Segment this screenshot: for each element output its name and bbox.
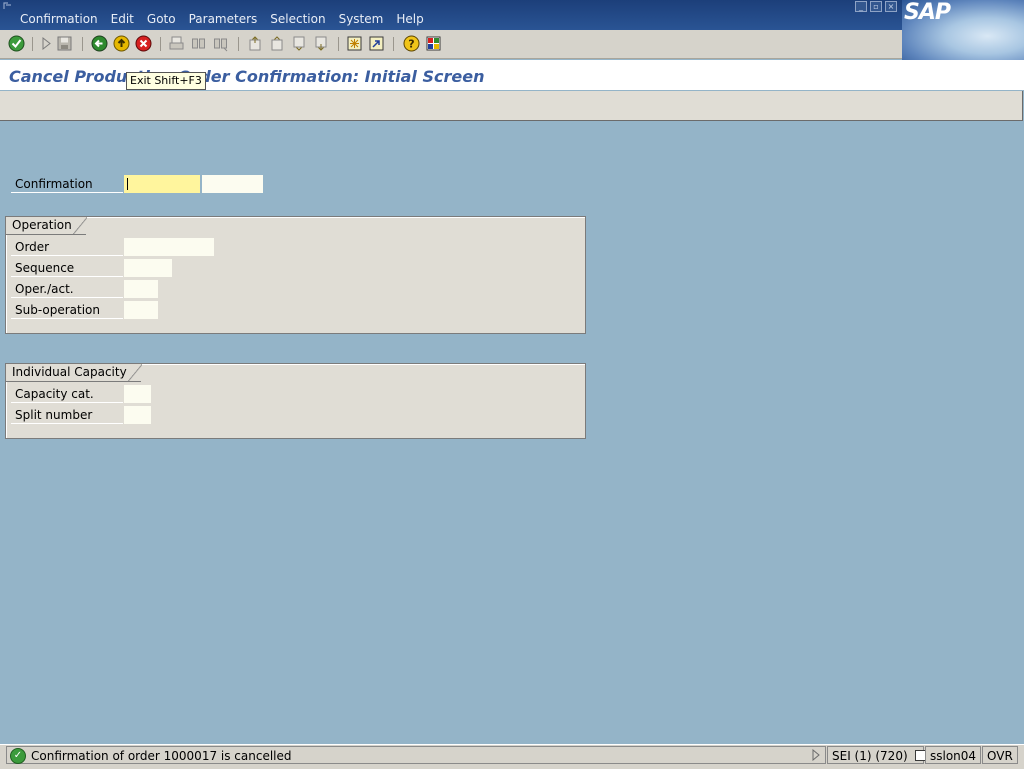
previous-page-icon[interactable]	[269, 35, 286, 52]
status-bar: ✓ Confirmation of order 1000017 is cance…	[0, 744, 1024, 769]
page-title: Cancel Production Order Confirmation: In…	[9, 67, 485, 86]
exit-tooltip: Exit Shift+F3	[126, 72, 206, 90]
menu-selection[interactable]: Selection	[270, 12, 325, 26]
sequence-label: Sequence	[11, 259, 123, 277]
status-message-box[interactable]: ✓ Confirmation of order 1000017 is cance…	[6, 746, 826, 764]
minimize-icon[interactable]: _	[855, 1, 867, 12]
svg-text:?: ?	[408, 38, 414, 51]
text-cursor	[127, 178, 128, 190]
print-icon[interactable]	[168, 35, 185, 52]
menu-help[interactable]: Help	[396, 12, 423, 26]
toolbar-separator	[393, 37, 394, 51]
last-page-icon[interactable]	[313, 35, 330, 52]
capacity-cat-input[interactable]	[124, 385, 151, 403]
status-message: Confirmation of order 1000017 is cancell…	[31, 749, 292, 763]
window-controls: _ ▫ ×	[855, 1, 897, 12]
back-icon[interactable]	[91, 35, 108, 52]
server-name: sslon04	[925, 746, 981, 764]
confirmation-counter-input[interactable]	[202, 175, 263, 193]
toolbar-separator	[32, 37, 33, 51]
menu-bar: Confirmation Edit Goto Parameters Select…	[0, 0, 1024, 30]
split-number-label: Split number	[11, 406, 123, 424]
next-page-icon[interactable]	[291, 35, 308, 52]
toolbar-separator	[82, 37, 83, 51]
sap-logo: SAP	[902, 0, 1024, 60]
split-number-input[interactable]	[124, 406, 151, 424]
system-info[interactable]: SEI (1) (720)	[827, 746, 927, 764]
sub-operation-input[interactable]	[124, 301, 158, 319]
restore-icon[interactable]: ▫	[870, 1, 882, 12]
individual-capacity-group-title: Individual Capacity	[6, 364, 142, 382]
confirmation-label: Confirmation	[11, 175, 123, 193]
menu-confirmation[interactable]: Confirmation	[20, 12, 98, 26]
success-check-icon: ✓	[10, 748, 26, 764]
order-input[interactable]	[124, 238, 214, 256]
system-info-text: SEI (1) (720)	[832, 749, 908, 763]
status-expand-icon[interactable]	[810, 749, 822, 761]
exit-icon[interactable]	[113, 35, 130, 52]
save-icon[interactable]	[56, 35, 73, 52]
capacity-cat-label: Capacity cat.	[11, 385, 123, 403]
command-field-arrow-icon[interactable]	[38, 35, 55, 52]
input-mode[interactable]: OVR	[982, 746, 1018, 764]
confirmation-input[interactable]	[124, 175, 200, 193]
toolbar-separator	[160, 37, 161, 51]
sequence-input[interactable]	[124, 259, 172, 277]
find-next-icon[interactable]	[212, 35, 229, 52]
sub-operation-label: Sub-operation	[11, 301, 123, 319]
standard-toolbar: ?	[0, 30, 902, 59]
menu-system[interactable]: System	[339, 12, 384, 26]
toolbar-separator	[338, 37, 339, 51]
menu-list: Confirmation Edit Goto Parameters Select…	[20, 12, 437, 26]
oper-act-input[interactable]	[124, 280, 158, 298]
order-label: Order	[11, 238, 123, 256]
layout-menu-icon[interactable]	[425, 35, 442, 52]
enter-icon[interactable]	[8, 35, 25, 52]
find-icon[interactable]	[190, 35, 207, 52]
toolbar-separator	[238, 37, 239, 51]
system-menu-icon[interactable]	[3, 1, 15, 10]
shortcut-icon[interactable]	[368, 35, 385, 52]
oper-act-label: Oper./act.	[11, 280, 123, 298]
application-toolbar	[0, 91, 1023, 121]
help-icon[interactable]: ?	[403, 35, 420, 52]
create-session-icon[interactable]	[346, 35, 363, 52]
sap-logo-text: SAP	[904, 0, 951, 25]
menu-edit[interactable]: Edit	[111, 12, 134, 26]
menu-goto[interactable]: Goto	[147, 12, 176, 26]
close-window-icon[interactable]: ×	[885, 1, 897, 12]
cancel-icon[interactable]	[135, 35, 152, 52]
operation-group-title: Operation	[6, 217, 87, 235]
menu-parameters[interactable]: Parameters	[189, 12, 258, 26]
first-page-icon[interactable]	[247, 35, 264, 52]
